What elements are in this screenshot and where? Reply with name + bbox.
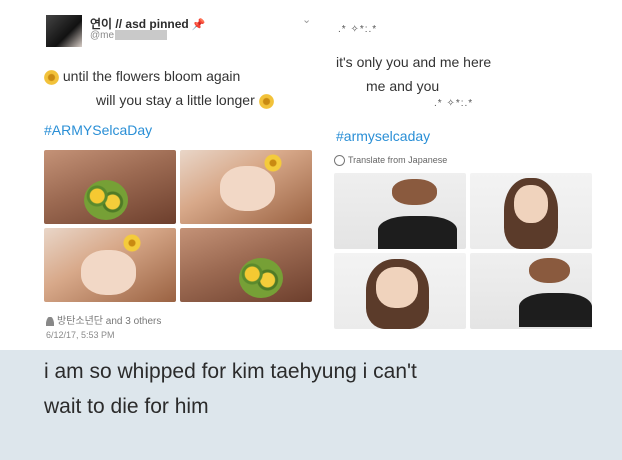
tweet-photo-4[interactable] <box>180 228 312 302</box>
right-photo-1[interactable] <box>334 173 466 249</box>
tweet-photo-2[interactable] <box>180 150 312 224</box>
right-photo-3[interactable] <box>334 253 466 329</box>
translate-link[interactable]: Translate from Japanese <box>334 155 448 167</box>
globe-icon <box>334 155 345 167</box>
right-photo-4[interactable] <box>470 253 592 329</box>
translate-text: Translate from Japanese <box>348 155 448 165</box>
handle: @me <box>90 30 168 41</box>
right-line-2: me and you <box>366 78 440 94</box>
redacted-handle <box>115 30 168 41</box>
handle-text: @me <box>90 30 115 41</box>
likes-info[interactable]: 방탄소년단 and 3 others <box>46 312 161 327</box>
chevron-down-icon[interactable]: ⌄ <box>302 13 311 26</box>
person-icon <box>46 316 54 326</box>
sunflower-icon <box>258 93 274 109</box>
right-line-1: it's only you and me here <box>336 54 492 70</box>
caption-line-2: wait to die for him <box>44 395 209 418</box>
tweet-line-1: until the flowers bloom again <box>44 68 240 85</box>
caption-line-1: i am so whipped for kim taehyung i can't <box>44 360 417 383</box>
sparkle-top: .* ✧*:.* <box>338 24 378 35</box>
tweet-line-2: will you stay a little longer <box>96 92 274 109</box>
sunflower-icon <box>44 69 59 85</box>
hashtag-link[interactable]: #ARMYSelcaDay <box>44 122 152 138</box>
tweet-photo-1[interactable] <box>44 150 176 224</box>
hashtag-link-right[interactable]: #armyselcaday <box>336 128 430 144</box>
tweet-photo-3[interactable] <box>44 228 176 302</box>
pin-icon: 📌 <box>191 19 206 31</box>
sparkle-bottom: .* ✧*:.* <box>434 98 474 109</box>
avatar[interactable] <box>46 15 82 47</box>
tweet-line-2-text: will you stay a little longer <box>96 92 255 108</box>
display-name-text: 연이 // asd pinned <box>90 17 189 31</box>
likes-text: 방탄소년단 and 3 others <box>57 316 162 327</box>
tweet-line-1-text: until the flowers bloom again <box>62 68 241 84</box>
timestamp: 6/12/17, 5:53 PM <box>46 330 115 340</box>
right-photo-2[interactable] <box>470 173 592 249</box>
